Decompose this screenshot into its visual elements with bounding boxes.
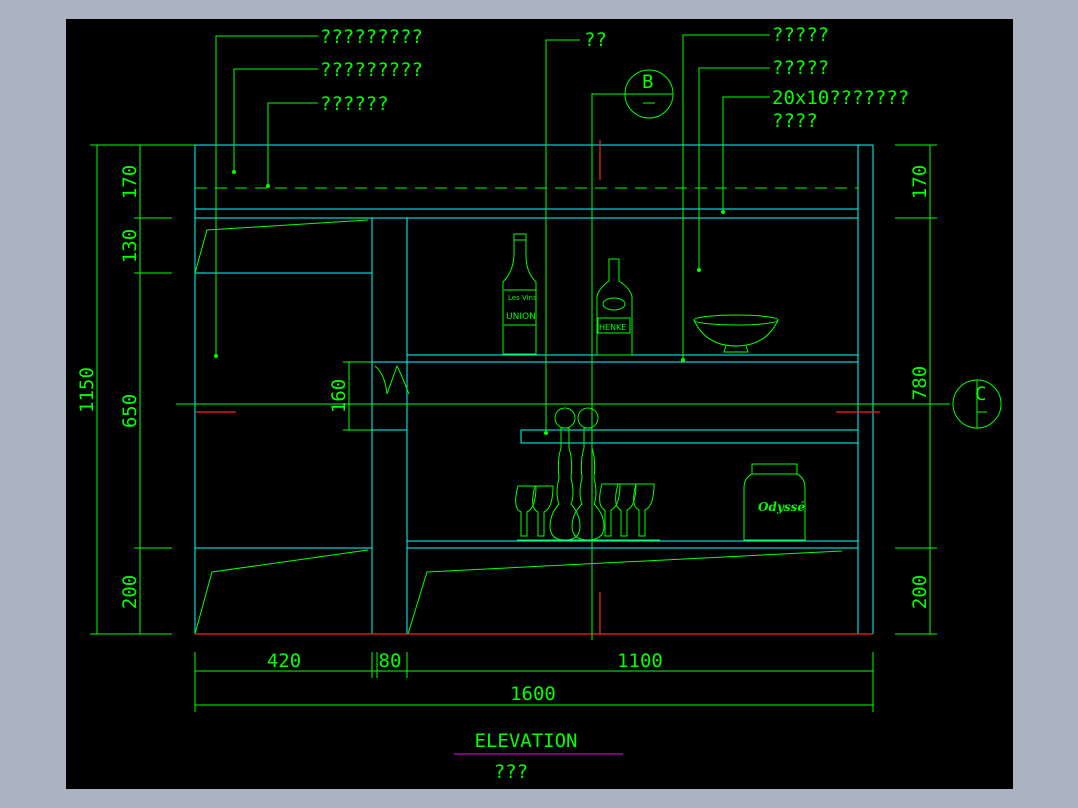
label-mid: ?? (584, 29, 607, 51)
dim-left-200: 200 (119, 575, 141, 609)
dim-bottom-1100: 1100 (617, 650, 663, 672)
label-right-3b: ???? (772, 110, 818, 132)
dim-left-outer: 1150 (76, 367, 98, 413)
jar: Odyssé (743, 463, 806, 541)
whisky-name-text: HENKE (599, 323, 626, 332)
label-right-3a: 20x10??????? (772, 87, 909, 109)
label-top-3: ?????? (320, 93, 389, 115)
fruit-bowl (693, 314, 779, 353)
drawer-cloth (374, 364, 410, 395)
elevation-drawing: Les Vins UNION HENKE Odyssé ????????? ??… (76, 24, 1002, 783)
section-marker-c: C (952, 379, 1002, 429)
dim-right-780: 780 (909, 366, 931, 400)
wine-name-text: UNION (506, 312, 536, 322)
leader-lines (214, 34, 770, 435)
dim-left-650: 650 (119, 394, 141, 428)
cad-viewport[interactable]: Les Vins UNION HENKE Odyssé ????????? ??… (66, 19, 1013, 789)
drawing-subtitle: ??? (494, 761, 528, 783)
decanters (549, 407, 605, 541)
section-b-label: B (642, 71, 653, 93)
dim-left-130: 130 (119, 229, 141, 263)
drawing-title: ELEVATION (475, 730, 578, 752)
dim-left-160: 160 (328, 379, 350, 413)
section-marker-b: B (592, 69, 674, 119)
dim-bottom-1600: 1600 (510, 683, 556, 705)
wine-bottle: Les Vins UNION (502, 233, 537, 355)
dim-right-170: 170 (909, 165, 931, 199)
wine-brand-text: Les Vins (508, 294, 537, 302)
label-top-1: ????????? (320, 26, 423, 48)
wine-glasses (515, 483, 660, 541)
dim-bottom-80: 80 (379, 650, 402, 672)
label-right-1: ????? (772, 24, 829, 46)
label-top-2: ????????? (320, 59, 423, 81)
section-c-label: C (975, 383, 986, 405)
dim-left-170: 170 (119, 165, 141, 199)
dim-bottom-420: 420 (267, 650, 301, 672)
jar-name-text: Odyssé (758, 500, 805, 514)
whisky-bottle: HENKE (596, 258, 633, 356)
glass-reflections (194, 219, 843, 635)
label-right-2: ????? (772, 57, 829, 79)
cabinet-outline (194, 144, 874, 634)
dim-right-200: 200 (909, 575, 931, 609)
section-lines (176, 93, 950, 640)
